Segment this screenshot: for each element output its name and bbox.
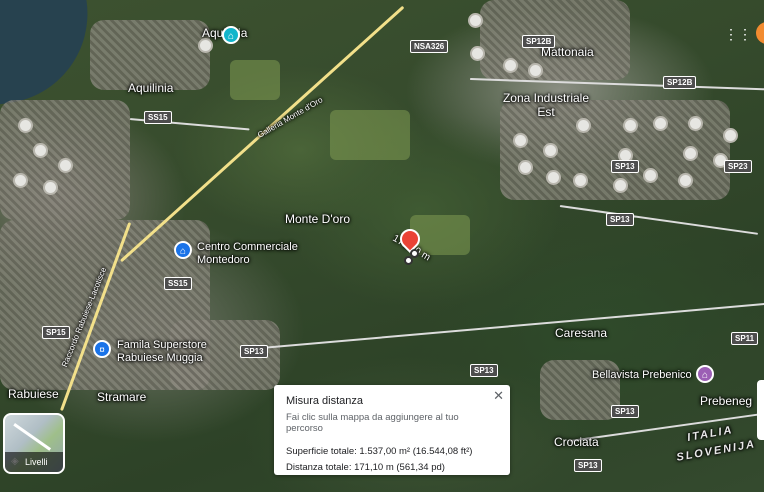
storage-tank xyxy=(615,180,626,191)
storage-tank xyxy=(578,120,589,131)
sea-area xyxy=(0,0,100,109)
place-label: Stramare xyxy=(97,390,147,404)
storage-tank xyxy=(472,48,483,59)
storage-tank xyxy=(35,145,46,156)
road-shield: SP13 xyxy=(574,459,602,472)
storage-tank xyxy=(645,170,656,181)
storage-tank xyxy=(515,135,526,146)
house-icon[interactable]: ⌂ xyxy=(696,365,714,383)
road-shield: SP13 xyxy=(611,160,639,173)
storage-tank xyxy=(680,175,691,186)
place-label: Rabuiese xyxy=(8,387,59,401)
place-label: Prebeneg xyxy=(700,394,753,408)
storage-tank xyxy=(470,15,481,26)
storage-tank xyxy=(15,175,26,186)
grid-icon[interactable]: ⋮⋮ xyxy=(724,26,752,42)
place-label: Centro Commerciale Montedoro xyxy=(197,241,298,266)
satellite-map[interactable]: Aquilinia Aquilinia Mattonaia Zona Indus… xyxy=(0,0,764,492)
shopping-cart-icon[interactable]: ¤ xyxy=(93,340,111,358)
storage-tank xyxy=(655,118,666,129)
country-label: ITALIA xyxy=(686,424,735,444)
close-icon[interactable]: ✕ xyxy=(493,388,504,404)
road-shield: NSA326 xyxy=(410,40,449,53)
place-label: Famila Superstore Rabuiese Muggia xyxy=(117,339,207,364)
layers-thumbnail xyxy=(13,423,52,451)
road-shield: SP12B xyxy=(522,35,556,48)
storage-tank xyxy=(20,120,31,131)
road-shield: SP15 xyxy=(42,326,70,339)
layers-label: Livelli xyxy=(5,452,63,472)
total-distance: Distanza totale: 171,10 m (561,34 pd) xyxy=(286,462,445,473)
place-label: Monte D'oro xyxy=(285,212,350,226)
place-label: Crociata xyxy=(554,435,599,449)
road-shield: SS15 xyxy=(144,111,172,124)
road-shield: SP13 xyxy=(470,364,498,377)
place-label: Bellavista Prebenico xyxy=(592,369,692,381)
zoom-controls[interactable] xyxy=(757,380,764,440)
road-shield: SP13 xyxy=(611,405,639,418)
place-label: Zona Industriale Est xyxy=(502,91,590,119)
road-shield: SP12B xyxy=(663,76,697,89)
panel-title: Misura distanza xyxy=(286,395,364,407)
storage-tank xyxy=(725,130,736,141)
shopping-bag-icon[interactable]: ⌂ xyxy=(174,241,192,259)
storage-tank xyxy=(60,160,71,171)
road-shield: SS15 xyxy=(164,277,192,290)
road-shield: SP13 xyxy=(240,345,268,358)
layers-button[interactable]: ◈ Livelli xyxy=(3,413,65,474)
pegman-icon[interactable] xyxy=(756,22,764,44)
storage-tank xyxy=(548,172,559,183)
field xyxy=(230,60,280,100)
road-sp13 xyxy=(250,302,764,350)
total-area: Superficie totale: 1.537,00 m² (16.544,0… xyxy=(286,446,473,457)
urban-area-north xyxy=(90,20,210,90)
road-shield: SP11 xyxy=(731,332,759,345)
storage-tank xyxy=(520,162,531,173)
storage-tank xyxy=(45,182,56,193)
storage-tank xyxy=(200,40,211,51)
storage-tank xyxy=(685,148,696,159)
place-label: Aquilinia xyxy=(128,81,174,95)
storage-tank xyxy=(505,60,516,71)
storage-tank xyxy=(575,175,586,186)
road-shield: SP13 xyxy=(606,213,634,226)
measure-point[interactable] xyxy=(404,256,413,265)
measure-distance-panel: ✕ Misura distanza Fai clic sulla mappa d… xyxy=(274,385,510,475)
panel-subtitle: Fai clic sulla mappa da aggiungere al tu… xyxy=(286,412,459,434)
road-sp13-east xyxy=(559,205,759,235)
storage-tank xyxy=(530,65,541,76)
place-label: Caresana xyxy=(555,326,608,340)
road-shield: SP23 xyxy=(724,160,752,173)
storage-tank xyxy=(545,145,556,156)
tunnel-label: Galleria Monte d'Oro xyxy=(256,95,325,140)
storage-tank xyxy=(690,118,701,129)
storage-tank xyxy=(625,120,636,131)
shopping-bag-icon[interactable]: ⌂ xyxy=(222,26,240,44)
field xyxy=(330,110,410,160)
